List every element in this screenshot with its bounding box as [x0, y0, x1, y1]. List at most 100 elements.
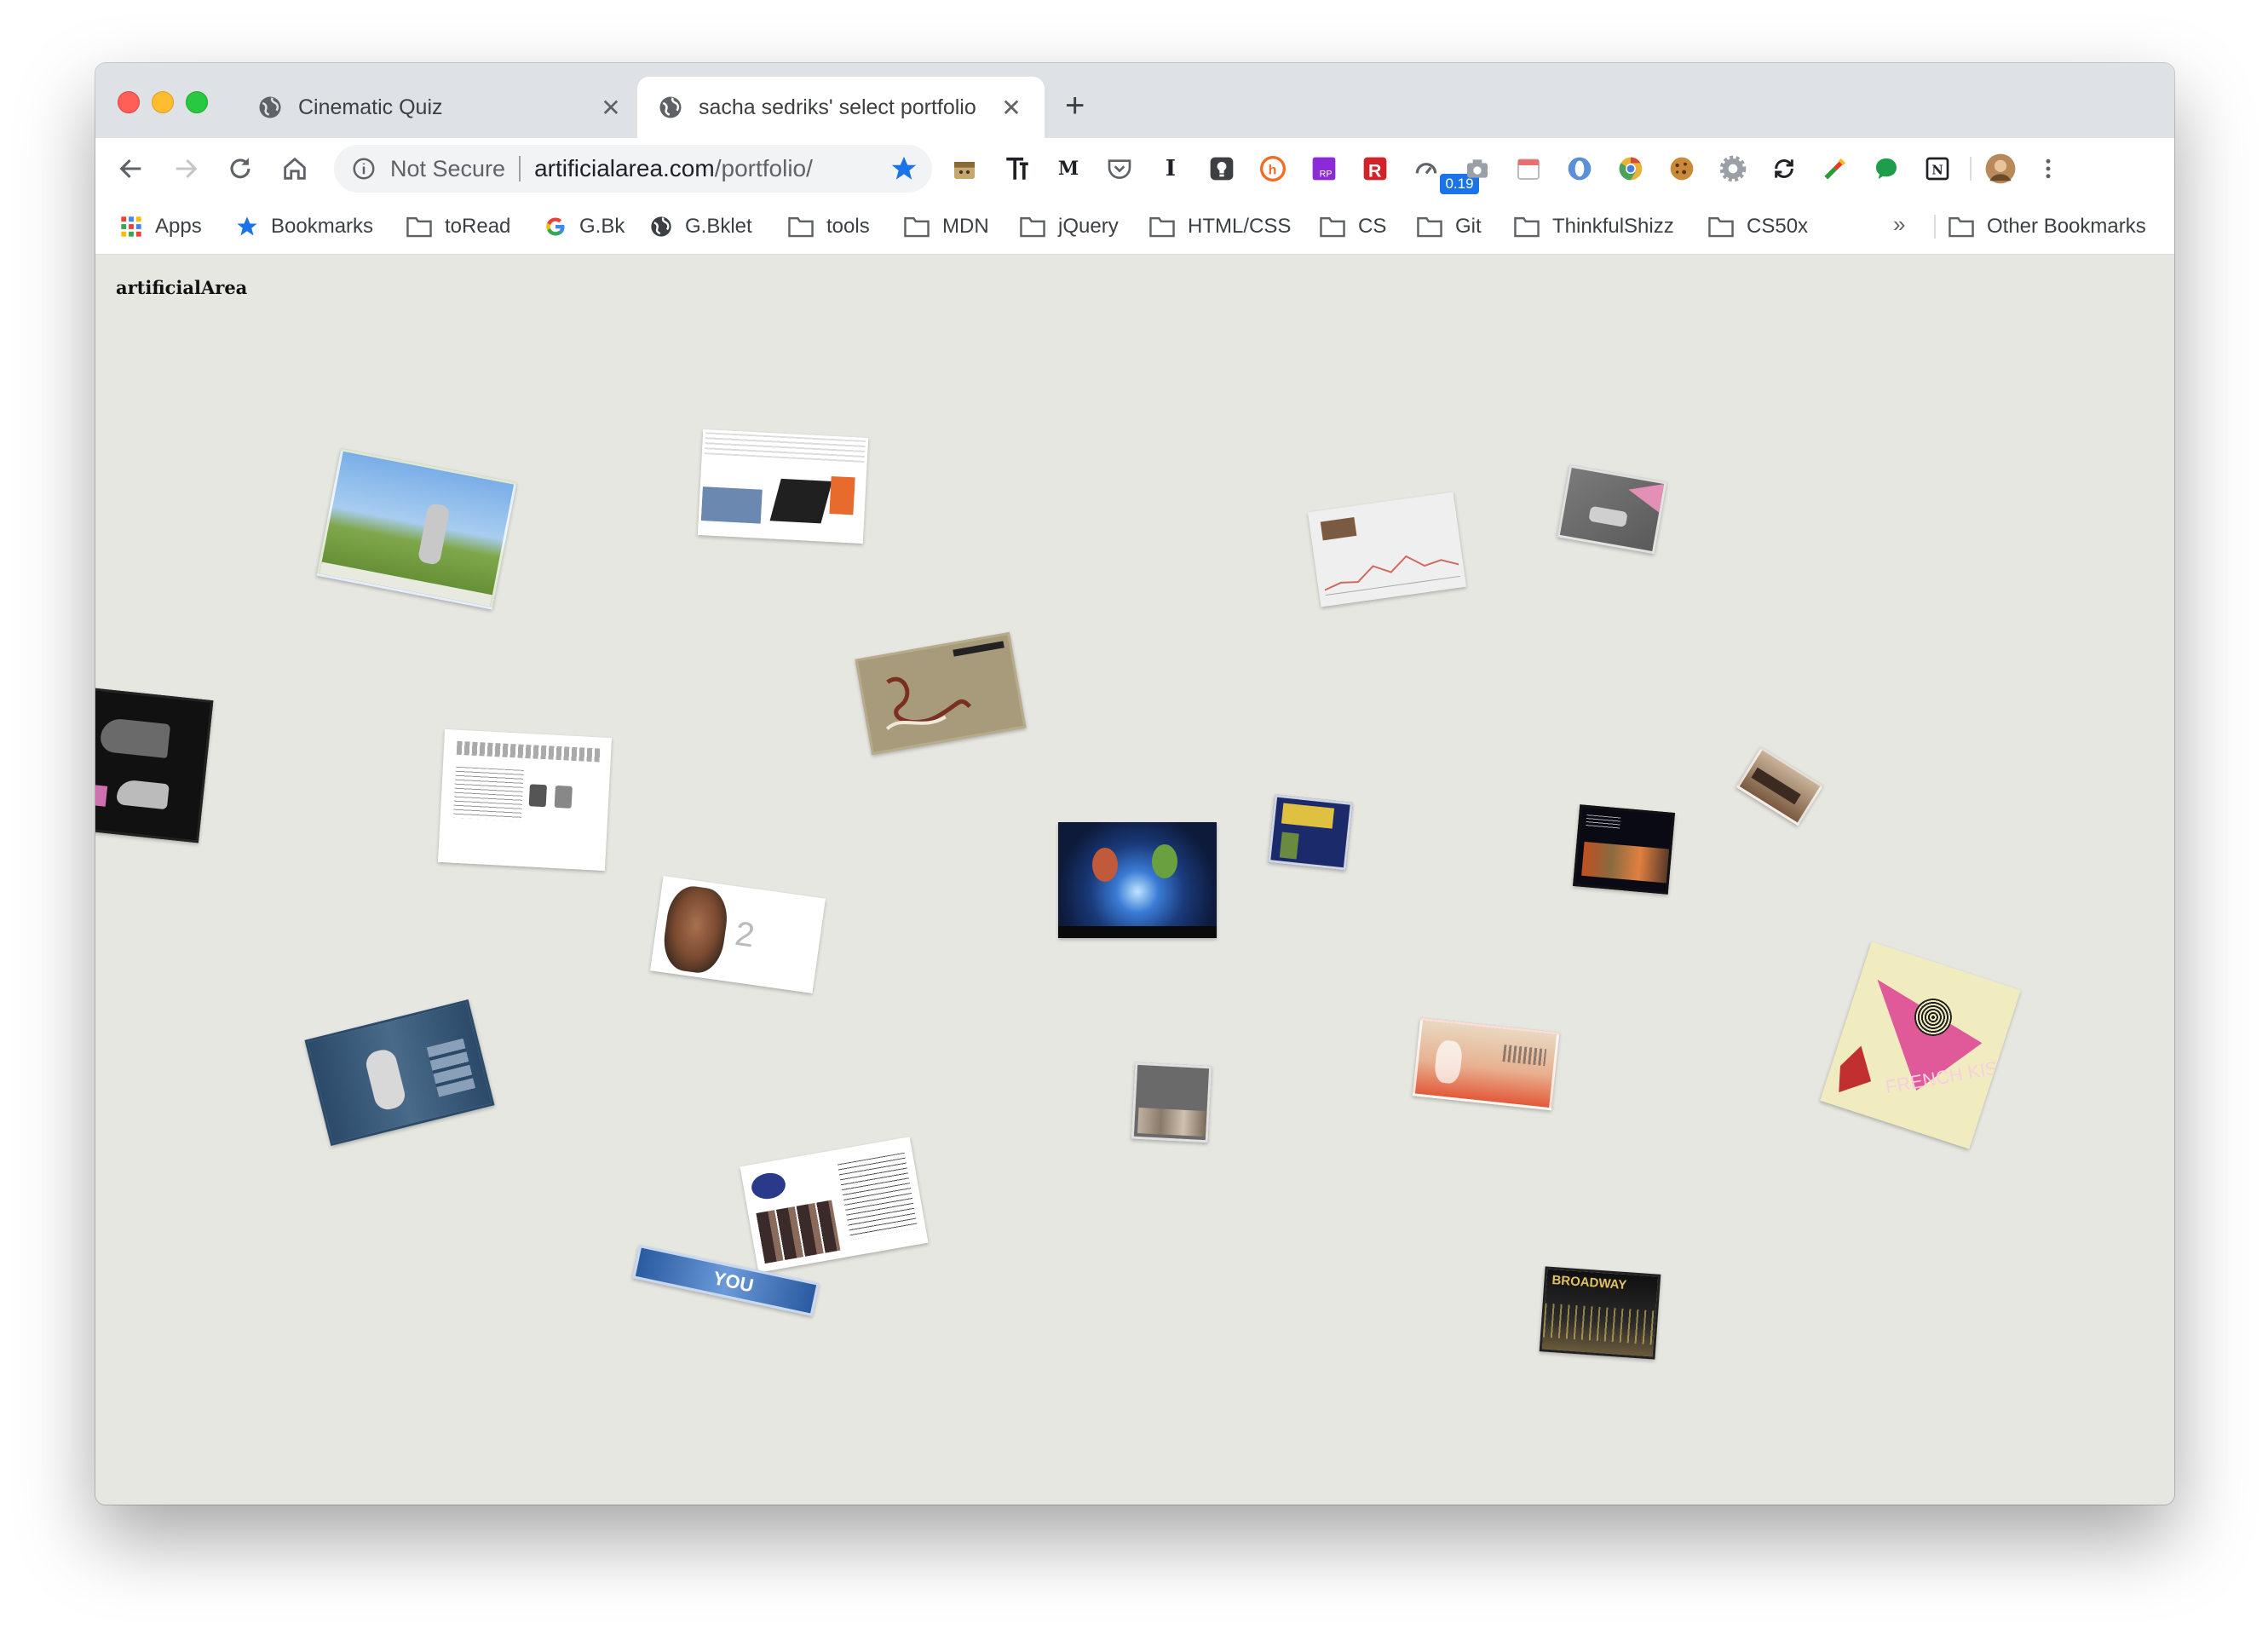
bookmark-jquery[interactable]: jQuery — [1019, 210, 1119, 244]
bookmark-star-icon[interactable] — [889, 154, 918, 183]
bookmark-other[interactable]: Other Bookmarks — [1948, 210, 2146, 244]
portfolio-thumbnail[interactable] — [95, 687, 214, 843]
folder-icon — [1020, 216, 1045, 238]
bookmark-label: G.Bk — [579, 215, 625, 238]
tab-cinematic-quiz[interactable]: Cinematic Quiz ✕ — [237, 77, 644, 138]
extension-typography-icon[interactable] — [1000, 152, 1034, 186]
profile-avatar[interactable] — [1983, 152, 2018, 186]
bookmark-html-css[interactable]: HTML/CSS — [1148, 210, 1291, 244]
bookmark-tools[interactable]: tools — [787, 210, 870, 244]
extension-rp-icon[interactable]: RP — [1307, 152, 1341, 186]
portfolio-thumbnail[interactable]: FRENCH KISS — [1820, 941, 2021, 1149]
close-tab-icon[interactable]: ✕ — [598, 94, 624, 122]
zoom-window-button[interactable] — [186, 91, 208, 113]
extension-speed-icon[interactable] — [1409, 152, 1443, 186]
portfolio-thumbnail[interactable] — [1557, 464, 1667, 555]
extension-instapaper-icon[interactable]: I — [1154, 152, 1188, 186]
bookmark-bookmarks[interactable]: Bookmarks — [235, 210, 373, 244]
apps-grid-icon — [121, 216, 141, 237]
folder-icon — [1417, 216, 1442, 238]
info-icon[interactable] — [351, 156, 377, 181]
tab-portfolio[interactable]: sacha sedriks' select portfolio ✕ — [637, 77, 1045, 138]
extension-green-leaf-icon[interactable] — [1869, 152, 1903, 186]
folder-icon — [1514, 216, 1540, 238]
url-path: /portfolio/ — [714, 155, 813, 181]
back-arrow-icon — [119, 158, 141, 179]
svg-text:RP: RP — [1320, 169, 1333, 179]
portfolio-thumbnail[interactable] — [697, 429, 869, 544]
home-button[interactable] — [274, 148, 315, 189]
banner-text: YOU — [711, 1267, 756, 1297]
portfolio-thumbnail[interactable]: 2 — [650, 876, 826, 993]
extension-chrome-icon[interactable] — [1614, 152, 1648, 186]
extension-lightbulb-icon[interactable] — [1205, 152, 1239, 186]
extension-cookie-icon[interactable] — [1665, 152, 1699, 186]
portfolio-thumbnail[interactable] — [1573, 804, 1675, 895]
bookmark-toread[interactable]: toRead — [406, 210, 510, 244]
bookmark-cs50x[interactable]: CS50x — [1707, 210, 1808, 244]
extension-camera-icon[interactable] — [1460, 152, 1494, 186]
portfolio-thumbnail[interactable] — [304, 999, 495, 1147]
url-host: artificialarea.com — [534, 155, 715, 181]
bookmark-label: Other Bookmarks — [1987, 215, 2146, 238]
tab-strip: Cinematic Quiz ✕ sacha sedriks' select p… — [95, 63, 2174, 138]
bookmark-thinkfulshizz[interactable]: ThinkfulShizz — [1513, 210, 1674, 244]
home-icon — [284, 157, 306, 180]
bookmark-label: jQuery — [1058, 215, 1119, 238]
tab-title: Cinematic Quiz — [298, 95, 443, 119]
security-label[interactable]: Not Secure — [390, 156, 505, 182]
portfolio-thumbnail[interactable] — [855, 631, 1027, 756]
address-bar[interactable]: Not Secure artificialarea.com/portfolio/ — [334, 145, 932, 193]
minimize-window-button[interactable] — [152, 91, 174, 113]
close-tab-icon[interactable]: ✕ — [999, 94, 1024, 122]
reload-button[interactable] — [220, 148, 261, 189]
portfolio-thumbnail[interactable] — [1058, 822, 1217, 938]
google-icon — [546, 217, 565, 236]
back-button[interactable] — [111, 148, 152, 189]
svg-text:N: N — [1931, 164, 1943, 178]
forward-arrow-icon — [176, 158, 198, 179]
svg-text:h: h — [1269, 164, 1277, 178]
bookmark-gbk[interactable]: G.Bk — [544, 210, 625, 244]
forward-button[interactable] — [165, 148, 206, 189]
toolbar: Not Secure artificialarea.com/portfolio/… — [95, 138, 2174, 199]
extension-sync-icon[interactable] — [1767, 152, 1801, 186]
bookmarks-overflow-button[interactable]: » — [1893, 211, 1905, 238]
extension-gear-icon[interactable] — [1716, 152, 1750, 186]
portfolio-thumbnail[interactable] — [316, 448, 517, 610]
tab-title: sacha sedriks' select portfolio — [699, 95, 976, 119]
bookmark-git[interactable]: Git — [1416, 210, 1482, 244]
bookmark-apps[interactable]: Apps — [119, 210, 202, 244]
extension-medium-icon[interactable]: M — [1051, 152, 1085, 186]
portfolio-thumbnail[interactable] — [1736, 746, 1824, 826]
folder-icon — [1149, 216, 1175, 238]
extension-pocket-icon[interactable] — [1102, 152, 1137, 186]
extension-r-icon[interactable]: R — [1358, 152, 1392, 186]
bookmark-label: MDN — [942, 215, 989, 238]
extension-box-icon[interactable] — [947, 152, 981, 186]
bookmark-gbklet[interactable]: G.Bklet — [649, 210, 752, 244]
extension-honey-icon[interactable]: h — [1256, 152, 1290, 186]
folder-icon — [1949, 216, 1974, 238]
portfolio-thumbnail[interactable] — [1308, 492, 1466, 607]
site-logo[interactable]: artificialArea — [116, 277, 247, 298]
portfolio-thumbnail[interactable] — [740, 1137, 929, 1273]
portfolio-thumbnail[interactable] — [438, 728, 612, 872]
close-window-button[interactable] — [118, 91, 140, 113]
portfolio-thumbnail[interactable] — [1131, 1062, 1212, 1143]
globe-icon — [659, 96, 682, 118]
portfolio-thumbnail[interactable]: BROADWAY — [1539, 1266, 1661, 1360]
bookmark-label: CS — [1358, 215, 1387, 238]
url-text[interactable]: artificialarea.com/portfolio/ — [534, 155, 889, 182]
new-tab-button[interactable]: + — [1065, 89, 1085, 123]
extension-colorpicker-icon[interactable] — [1818, 152, 1852, 186]
bookmark-label: CS50x — [1747, 215, 1809, 238]
portfolio-thumbnail[interactable] — [1412, 1017, 1560, 1111]
extension-calendar-icon[interactable] — [1511, 152, 1546, 186]
portfolio-thumbnail[interactable] — [1268, 794, 1353, 871]
extension-notion-icon[interactable]: N — [1920, 152, 1954, 186]
menu-kebab-icon[interactable] — [2031, 152, 2065, 186]
extension-opera-icon[interactable] — [1563, 152, 1597, 186]
bookmark-mdn[interactable]: MDN — [903, 210, 989, 244]
bookmark-cs[interactable]: CS — [1319, 210, 1386, 244]
